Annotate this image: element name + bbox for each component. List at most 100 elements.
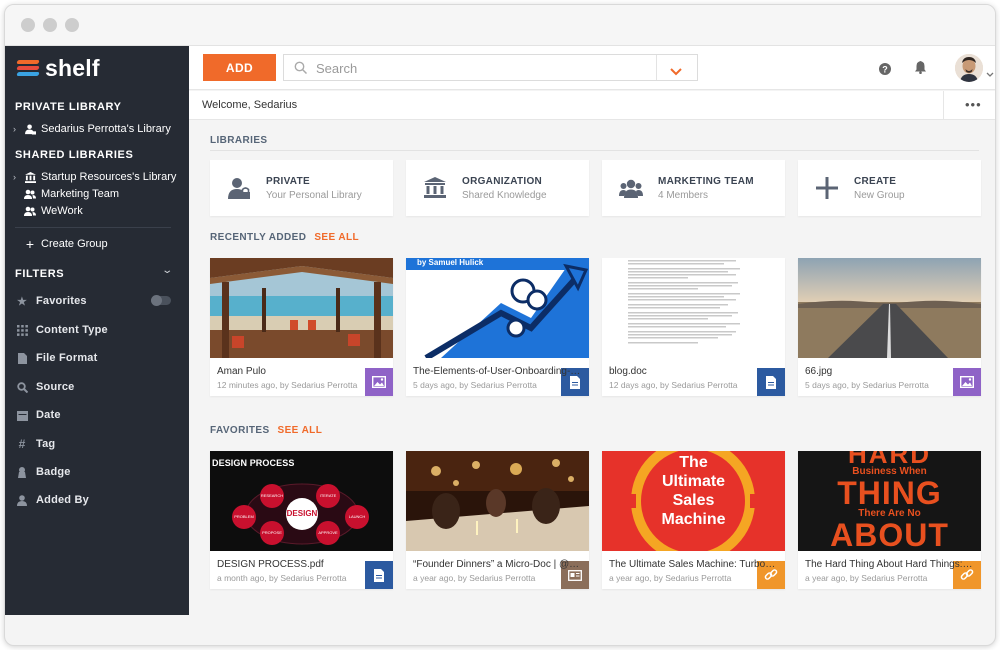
see-all-favorites-link[interactable]: SEE ALL <box>278 425 323 436</box>
search-box <box>283 54 698 81</box>
hash-icon: # <box>18 437 26 451</box>
create-group-label: Create Group <box>41 238 108 250</box>
favorites-toggle[interactable] <box>151 295 171 306</box>
file-card-ultimate-sales-machine[interactable]: The Ultimate Sales Machine The Ultimate … <box>602 451 785 589</box>
create-group-button[interactable]: + Create Group <box>13 236 108 252</box>
recently-added-section-title: RECENTLY ADDED SEE ALL <box>210 232 359 243</box>
filter-label: File Format <box>36 352 98 364</box>
thumbnail-text-line: The <box>679 454 708 471</box>
thumbnail-node-label: PROPOSE <box>262 530 282 535</box>
thumbnail-text-line: Sales <box>672 492 715 509</box>
thumbnail-center-label: DESIGN <box>286 509 318 518</box>
filter-date[interactable]: Date <box>15 407 61 423</box>
bank-icon <box>23 171 37 183</box>
shelf-logo[interactable]: shelf <box>16 54 100 81</box>
top-toolbar: ADD ? <box>189 46 995 90</box>
svg-text:?: ? <box>882 64 888 74</box>
user-lock-icon <box>23 123 37 135</box>
blog-doc-thumbnail <box>602 258 785 358</box>
sidebar-item-marketing-team[interactable]: Marketing Team <box>13 186 119 202</box>
sidebar-item-startup-resources[interactable]: › Startup Resources's Library <box>13 169 176 185</box>
filter-added-by[interactable]: Added By <box>15 492 89 508</box>
sidebar-item-label: Sedarius Perrotta's Library <box>41 123 171 135</box>
chevron-down-icon[interactable] <box>670 63 682 81</box>
file-card-hard-thing[interactable]: HARD Business When THING There Are No AB… <box>798 451 981 589</box>
bank-icon <box>422 176 448 200</box>
sidebar-item-private-library[interactable]: › Sedarius Perrotta's Library <box>13 121 171 137</box>
chevron-down-icon[interactable]: ⌄ <box>161 265 173 276</box>
window-maximize-dot[interactable] <box>65 18 79 32</box>
filters-heading: FILTERS <box>15 268 65 280</box>
filter-label: Content Type <box>36 324 108 336</box>
sidebar: shelf PRIVATE LIBRARY › Sedarius Perrott… <box>5 46 189 615</box>
file-icon <box>15 352 29 364</box>
welcome-bar: Welcome, Sedarius ••• <box>189 91 995 120</box>
filter-label: Source <box>36 381 75 393</box>
thumbnail-node-label: ITERATE <box>319 493 337 498</box>
chevron-right-icon: › <box>13 124 16 134</box>
file-name: blog.doc <box>609 366 647 377</box>
star-icon: ★ <box>16 295 28 308</box>
library-card-organization[interactable]: ORGANIZATION Shared Knowledge <box>406 160 589 216</box>
library-card-create[interactable]: CREATE New Group <box>798 160 981 216</box>
filter-source[interactable]: Source <box>15 379 75 395</box>
sidebar-item-wework[interactable]: WeWork <box>13 203 83 219</box>
beach-pavilion-thumbnail <box>210 258 393 358</box>
file-meta: a year ago, by Sedarius Perrotta <box>609 573 732 583</box>
file-card-blog-doc[interactable]: blog.doc 12 days ago, by Sedarius Perrot… <box>602 258 785 396</box>
search-icon <box>294 61 308 79</box>
chevron-down-icon[interactable] <box>986 64 994 82</box>
more-options-icon[interactable]: ••• <box>965 97 982 112</box>
file-meta: a month ago, by Sedarius Perrotta <box>217 573 347 583</box>
see-all-recent-link[interactable]: SEE ALL <box>314 232 359 243</box>
chevron-right-icon: › <box>13 172 16 182</box>
file-card-founder-dinners[interactable]: “Founder Dinners” a Micro-Doc | @D... a … <box>406 451 589 589</box>
library-card-title: MARKETING TEAM <box>658 176 754 187</box>
plus-icon: + <box>25 236 35 252</box>
library-card-title: PRIVATE <box>266 176 310 187</box>
group-icon <box>23 205 37 217</box>
filter-tag[interactable]: # Tag <box>15 436 56 452</box>
file-meta: 5 days ago, by Sedarius Perrotta <box>805 380 929 390</box>
sidebar-item-label: Marketing Team <box>41 188 120 200</box>
library-card-private[interactable]: PRIVATE Your Personal Library <box>210 160 393 216</box>
help-icon[interactable]: ? <box>879 62 891 80</box>
user-icon <box>15 494 29 506</box>
design-process-thumbnail: DESIGN PROCESS DESIGN RESEARCH ITERATE P… <box>210 451 393 551</box>
filter-label: Tag <box>36 438 56 450</box>
avatar[interactable] <box>955 54 983 82</box>
filter-file-format[interactable]: File Format <box>15 350 98 366</box>
file-card-user-onboarding[interactable]: by Samuel Hulick The-Elements-of-User-On… <box>406 258 589 396</box>
user-lock-icon <box>226 176 252 200</box>
file-name: “Founder Dinners” a Micro-Doc | @D... <box>413 559 581 570</box>
window-close-dot[interactable] <box>21 18 35 32</box>
search-icon <box>15 381 29 393</box>
window-minimize-dot[interactable] <box>43 18 57 32</box>
calendar-icon <box>15 410 29 421</box>
filter-favorites[interactable]: ★ Favorites <box>15 293 87 309</box>
app-window: shelf PRIVATE LIBRARY › Sedarius Perrott… <box>4 4 996 646</box>
file-card-66-jpg[interactable]: 66.jpg 5 days ago, by Sedarius Perrotta <box>798 258 981 396</box>
group-icon <box>618 176 644 200</box>
libraries-section-title: LIBRARIES <box>210 135 268 146</box>
hard-thing-thumbnail: HARD Business When THING There Are No AB… <box>798 451 981 551</box>
file-meta: 12 days ago, by Sedarius Perrotta <box>609 380 738 390</box>
desert-road-thumbnail <box>798 258 981 358</box>
filter-content-type[interactable]: Content Type <box>15 322 108 338</box>
file-card-aman-pulo[interactable]: Aman Pulo 12 minutes ago, by Sedarius Pe… <box>210 258 393 396</box>
library-card-marketing-team[interactable]: MARKETING TEAM 4 Members <box>602 160 785 216</box>
file-meta: a year ago, by Sedarius Perrotta <box>805 573 928 583</box>
bell-icon[interactable] <box>915 61 926 79</box>
file-name: The-Elements-of-User-Onboarding-In... <box>413 366 581 377</box>
search-input[interactable] <box>316 59 646 77</box>
library-card-title: CREATE <box>854 176 897 187</box>
grid-icon <box>15 324 29 336</box>
filter-badge[interactable]: Badge <box>15 464 71 480</box>
logo-text: shelf <box>45 54 100 81</box>
add-button[interactable]: ADD <box>203 54 276 81</box>
library-card-subtitle: Shared Knowledge <box>462 190 547 201</box>
section-divider <box>210 150 979 151</box>
file-card-design-process[interactable]: DESIGN PROCESS DESIGN RESEARCH ITERATE P… <box>210 451 393 589</box>
plus-icon <box>814 176 840 200</box>
favorites-section-title: FAVORITES SEE ALL <box>210 425 322 436</box>
